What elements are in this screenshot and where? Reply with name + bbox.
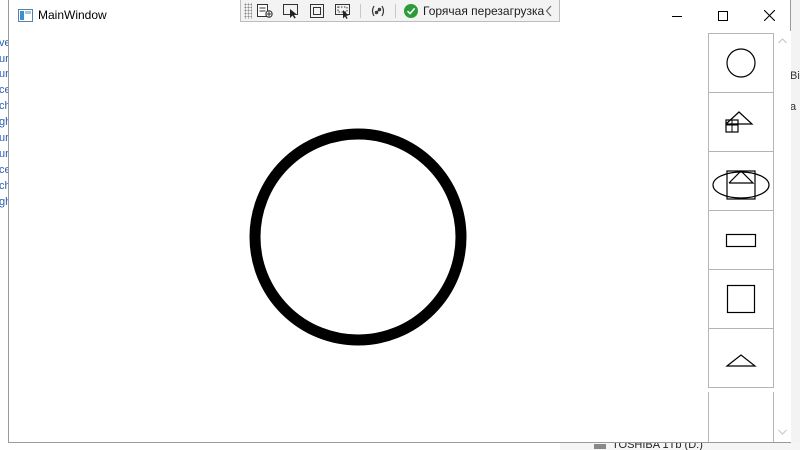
window-title: MainWindow <box>38 8 107 22</box>
circle-shape-icon <box>726 48 756 78</box>
live-visual-tree-icon <box>257 3 273 18</box>
palette-item-circle[interactable] <box>708 33 774 93</box>
track-focused-element-icon <box>335 3 350 19</box>
background-text: ce <box>0 84 8 96</box>
app-icon <box>18 9 33 22</box>
xaml-debug-toolbar: Горячая перезагрузка <box>240 0 560 22</box>
palette-item-ellipse-house[interactable] <box>708 151 774 211</box>
background-text: ur <box>0 148 8 160</box>
background-panel-fragment: Bi a <box>790 0 800 450</box>
background-drive-fragment: TOSHIBA 1Tb (D:) <box>560 442 800 450</box>
maximize-button[interactable] <box>700 0 746 31</box>
toolbar-separator <box>395 3 396 18</box>
palette-item-triangle[interactable] <box>708 328 774 388</box>
drawing-canvas[interactable] <box>9 31 706 442</box>
palette-item-square[interactable] <box>708 269 774 329</box>
ellipse-house-shape-icon <box>712 170 770 200</box>
maximize-icon <box>718 10 728 21</box>
house-shape-icon <box>725 111 754 133</box>
background-text: ur <box>0 53 8 65</box>
main-window: MainWindow <box>8 0 791 443</box>
background-editor-fragment: ve ur ur ce ch gh ur ur ce ch gh <box>0 0 8 450</box>
background-text: ch <box>0 180 8 192</box>
background-text: gh <box>0 116 8 128</box>
palette-scrollbar[interactable] <box>774 31 791 442</box>
collapse-toolbar-button[interactable] <box>545 5 553 17</box>
select-element-icon <box>283 3 298 18</box>
background-text: ce <box>0 164 8 176</box>
palette-empty-area <box>708 392 774 442</box>
triangle-shape-icon <box>725 354 757 367</box>
hot-reload-label[interactable]: Горячая перезагрузка <box>423 4 544 18</box>
background-text: ur <box>0 68 8 80</box>
palette-item-rectangle[interactable] <box>708 210 774 270</box>
palette-item-house[interactable] <box>708 92 774 152</box>
display-layout-adorners-icon <box>310 3 324 18</box>
background-text: ch <box>0 100 8 112</box>
shape-list <box>708 33 774 388</box>
checkmark-circle-icon <box>404 3 418 18</box>
chevron-left-icon <box>545 5 552 16</box>
background-text: Bi <box>790 70 800 82</box>
binding-failures-button[interactable] <box>365 1 391 21</box>
drive-icon <box>594 444 606 449</box>
scroll-up-icon[interactable] <box>778 38 787 44</box>
rectangle-shape-icon <box>725 233 757 248</box>
drawn-circle[interactable] <box>249 128 467 346</box>
square-shape-icon <box>726 284 756 314</box>
minimize-icon <box>672 15 682 17</box>
shape-palette <box>706 31 791 442</box>
canvas-surface <box>249 128 467 346</box>
drive-label: TOSHIBA 1Tb (D:) <box>612 442 703 450</box>
close-icon <box>763 10 775 21</box>
select-element-button[interactable] <box>278 1 304 21</box>
binding-failures-icon <box>371 5 385 16</box>
toolbar-separator <box>360 3 361 18</box>
scroll-down-icon[interactable] <box>778 429 787 435</box>
background-text: ve <box>0 37 8 49</box>
track-focused-element-button[interactable] <box>330 1 356 21</box>
close-button[interactable] <box>746 0 792 31</box>
minimize-button[interactable] <box>654 0 700 31</box>
toolbar-grip[interactable] <box>244 2 252 19</box>
display-layout-adorners-button[interactable] <box>304 1 330 21</box>
background-text: ur <box>0 132 8 144</box>
background-text: gh <box>0 196 8 208</box>
live-visual-tree-button[interactable] <box>252 1 278 21</box>
